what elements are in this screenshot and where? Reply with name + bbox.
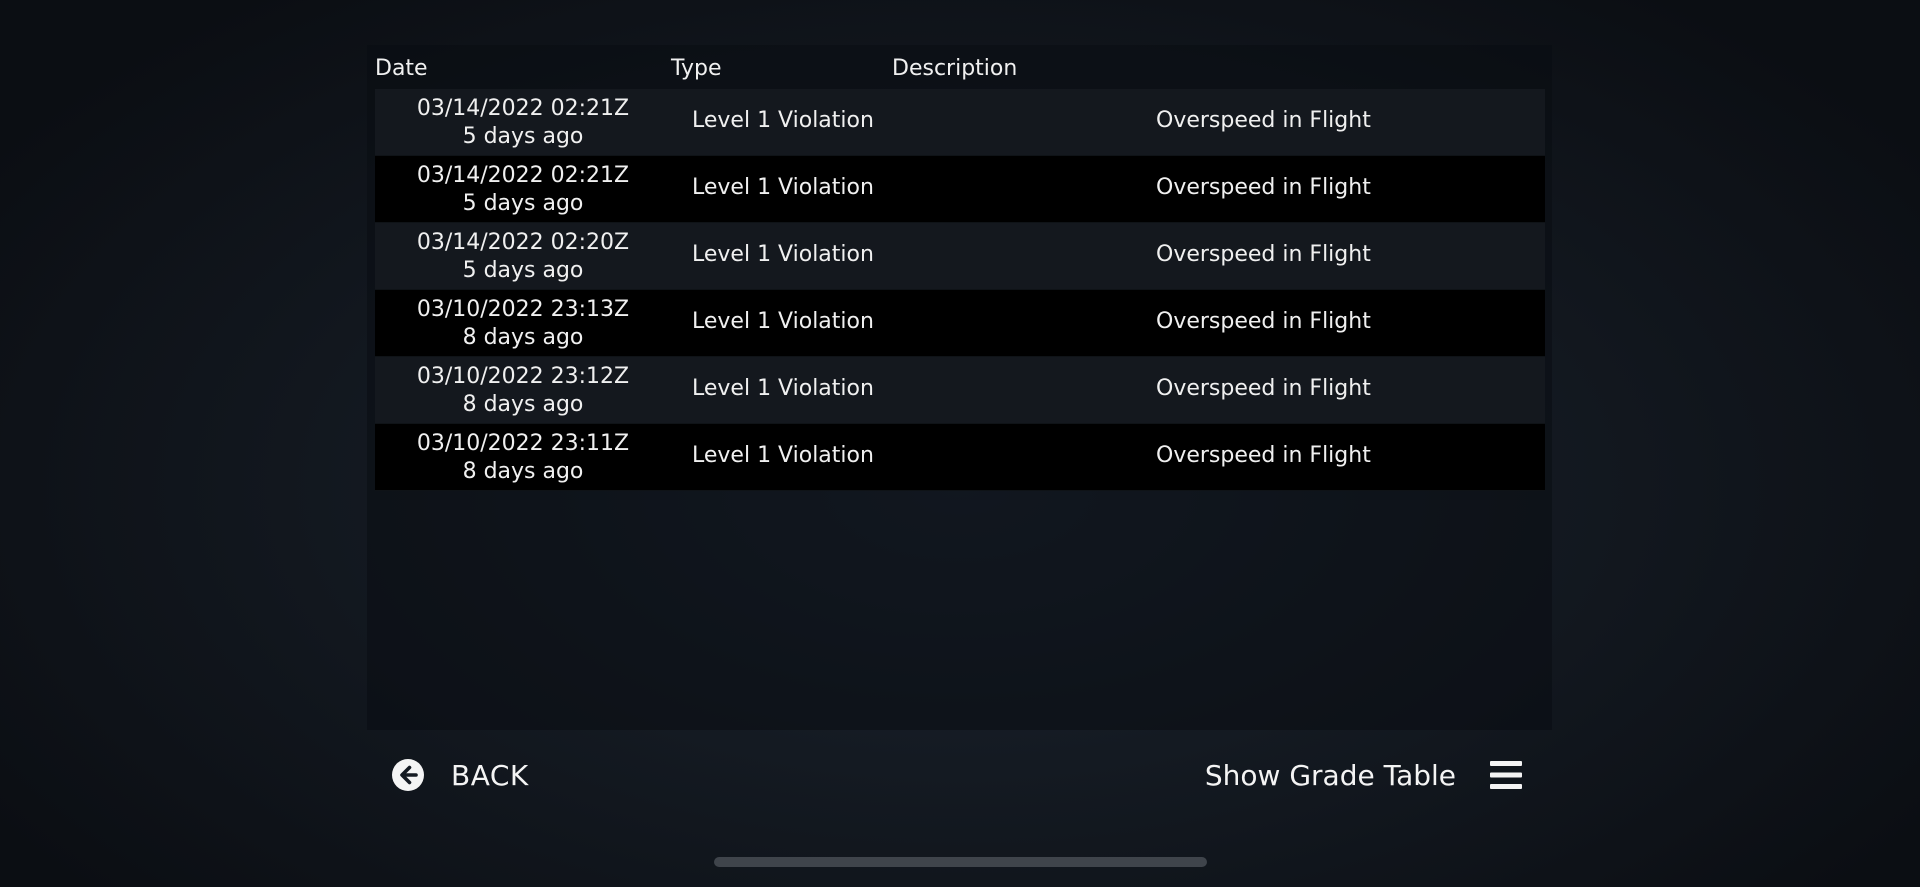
back-label: BACK xyxy=(451,758,529,792)
type-cell: Level 1 Violation xyxy=(692,242,874,267)
type-cell: Level 1 Violation xyxy=(692,309,874,334)
description-cell: Overspeed in Flight xyxy=(1156,376,1371,401)
description-cell: Overspeed in Flight xyxy=(1156,175,1371,200)
show-grade-table-label: Show Grade Table xyxy=(1204,758,1456,792)
table-row[interactable]: 03/10/2022 23:13Z 8 days ago Level 1 Vio… xyxy=(375,290,1545,357)
date-cell: 03/10/2022 23:13Z 8 days ago xyxy=(375,296,671,352)
date-value: 03/14/2022 02:20Z xyxy=(416,230,630,255)
table-header: Date Type Description xyxy=(375,52,1545,88)
type-cell: Level 1 Violation xyxy=(692,175,874,200)
type-cell: Level 1 Violation xyxy=(692,108,874,133)
date-value: 03/10/2022 23:12Z xyxy=(416,364,630,389)
relative-date: 5 days ago xyxy=(462,191,584,216)
events-table-body: 03/14/2022 02:21Z 5 days ago Level 1 Vio… xyxy=(375,89,1545,491)
date-cell: 03/14/2022 02:21Z 5 days ago xyxy=(375,95,671,151)
relative-date: 8 days ago xyxy=(462,459,584,484)
table-row[interactable]: 03/10/2022 23:12Z 8 days ago Level 1 Vio… xyxy=(375,357,1545,424)
date-value: 03/10/2022 23:13Z xyxy=(416,297,630,322)
type-cell: Level 1 Violation xyxy=(692,376,874,401)
date-cell: 03/10/2022 23:12Z 8 days ago xyxy=(375,363,671,419)
relative-date: 8 days ago xyxy=(462,325,584,350)
arrow-left-circle-icon xyxy=(392,759,424,791)
hamburger-menu-icon xyxy=(1490,760,1522,790)
column-header-type[interactable]: Type xyxy=(671,56,722,81)
description-cell: Overspeed in Flight xyxy=(1156,309,1371,334)
description-cell: Overspeed in Flight xyxy=(1156,443,1371,468)
type-cell: Level 1 Violation xyxy=(692,443,874,468)
relative-date: 8 days ago xyxy=(462,392,584,417)
date-cell: 03/14/2022 02:21Z 5 days ago xyxy=(375,162,671,218)
table-row[interactable]: 03/14/2022 02:20Z 5 days ago Level 1 Vio… xyxy=(375,223,1545,290)
back-button[interactable]: BACK xyxy=(392,755,529,795)
relative-date: 5 days ago xyxy=(462,124,584,149)
table-row[interactable]: 03/14/2022 02:21Z 5 days ago Level 1 Vio… xyxy=(375,89,1545,156)
column-header-date[interactable]: Date xyxy=(375,56,428,81)
table-row[interactable]: 03/14/2022 02:21Z 5 days ago Level 1 Vio… xyxy=(375,156,1545,223)
relative-date: 5 days ago xyxy=(462,258,584,283)
date-value: 03/14/2022 02:21Z xyxy=(416,163,630,188)
table-row[interactable]: 03/10/2022 23:11Z 8 days ago Level 1 Vio… xyxy=(375,424,1545,491)
show-grade-table-button[interactable]: Show Grade Table xyxy=(1205,755,1522,795)
footer-bar: BACK Show Grade Table xyxy=(367,745,1552,805)
description-cell: Overspeed in Flight xyxy=(1156,108,1371,133)
date-cell: 03/14/2022 02:20Z 5 days ago xyxy=(375,229,671,285)
column-header-description[interactable]: Description xyxy=(892,56,1017,81)
description-cell: Overspeed in Flight xyxy=(1156,242,1371,267)
home-indicator[interactable] xyxy=(714,857,1207,867)
date-value: 03/10/2022 23:11Z xyxy=(416,431,630,456)
date-value: 03/14/2022 02:21Z xyxy=(416,96,630,121)
date-cell: 03/10/2022 23:11Z 8 days ago xyxy=(375,430,671,486)
